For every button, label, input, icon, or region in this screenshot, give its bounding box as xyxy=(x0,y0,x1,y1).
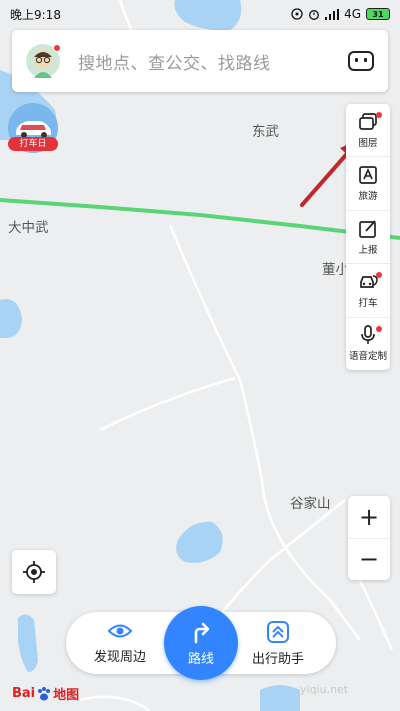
taxi-promo-label[interactable]: 打车日 xyxy=(8,137,58,151)
tool-layers-label: 图层 xyxy=(358,137,378,149)
baidu-map-logo: Bai 地图 xyxy=(12,684,79,703)
zoom-in-button[interactable]: + xyxy=(348,496,390,539)
water-body xyxy=(260,685,300,711)
tool-taxi-label: 打车 xyxy=(358,297,378,309)
eye-icon xyxy=(107,624,133,638)
annotation-arrow xyxy=(300,146,354,207)
watermark: yiqiu.net xyxy=(300,683,349,696)
zoom-control: + − xyxy=(348,496,390,580)
microphone-icon xyxy=(358,325,378,345)
battery-icon: 31 xyxy=(366,8,390,20)
network-type: 4G xyxy=(344,7,361,21)
discover-nearby-label: 发现周边 xyxy=(94,650,147,665)
avatar[interactable] xyxy=(26,44,61,78)
minor-road xyxy=(99,376,236,432)
route-label: 路线 xyxy=(187,651,214,667)
map-layer xyxy=(0,0,400,711)
status-time: 晚上9:18 xyxy=(10,7,61,22)
route-button[interactable]: 路线 xyxy=(164,606,238,680)
layers-icon xyxy=(358,112,378,132)
chevrons-up-icon xyxy=(267,621,289,643)
report-icon xyxy=(358,219,378,239)
turn-right-arrow-icon xyxy=(194,622,210,643)
status-bar: 晚上9:18 4G 31 xyxy=(0,0,400,28)
map-canvas[interactable]: 东武 大中武 董小 谷家山 xyxy=(0,0,400,711)
tool-report-label: 上报 xyxy=(358,244,378,256)
minor-road xyxy=(79,695,151,711)
logo-text-left: Bai xyxy=(12,686,36,701)
map-label-gujiashan: 谷家山 xyxy=(290,496,331,512)
signal-icon xyxy=(325,8,340,20)
tool-travel-label: 旅游 xyxy=(358,191,378,203)
status-icons: 4G 31 xyxy=(291,7,390,21)
tool-voice-custom-label: 语音定制 xyxy=(348,351,387,363)
water-body xyxy=(176,521,223,563)
alarm-icon xyxy=(309,10,320,20)
avatar-notification-dot xyxy=(53,44,61,52)
map-label-dongwu: 东武 xyxy=(252,124,279,140)
discover-nearby-button[interactable]: 发现周边 xyxy=(94,620,146,665)
water-body xyxy=(0,299,22,338)
tool-layers[interactable]: 图层 xyxy=(346,104,390,158)
map-label-dongxiao: 董小 xyxy=(322,262,349,278)
tool-taxi[interactable]: 打车 xyxy=(346,264,390,318)
taxi-notification-dot xyxy=(376,272,382,279)
zoom-out-button[interactable]: − xyxy=(348,539,390,581)
tool-travel[interactable]: 旅游 xyxy=(346,157,390,211)
hotspot-icon xyxy=(291,8,303,20)
locate-button[interactable] xyxy=(12,550,56,594)
voice-notification-dot xyxy=(376,325,382,332)
main-road xyxy=(0,198,400,240)
layers-notification-dot xyxy=(376,112,382,118)
map-label-dazhongwu: 大中武 xyxy=(8,220,49,236)
water-body xyxy=(18,614,38,672)
side-toolbar: 图层 旅游 上报 打车 语音定制 xyxy=(346,104,390,370)
tool-report[interactable]: 上报 xyxy=(346,211,390,265)
paw-icon xyxy=(38,686,51,700)
logo-text-right: 地图 xyxy=(53,688,80,703)
locate-icon xyxy=(23,561,45,583)
travel-assistant-button[interactable]: 出行助手 xyxy=(252,620,304,667)
search-input[interactable]: 搜地点、查公交、找路线 xyxy=(78,49,348,74)
search-bar[interactable]: 搜地点、查公交、找路线 xyxy=(12,30,388,92)
taxi-icon xyxy=(358,272,378,292)
travel-icon xyxy=(358,165,378,185)
travel-assistant-label: 出行助手 xyxy=(252,652,305,667)
voice-assistant-icon[interactable] xyxy=(348,51,374,71)
tool-voice-custom[interactable]: 语音定制 xyxy=(346,318,390,370)
minor-road xyxy=(168,224,361,641)
